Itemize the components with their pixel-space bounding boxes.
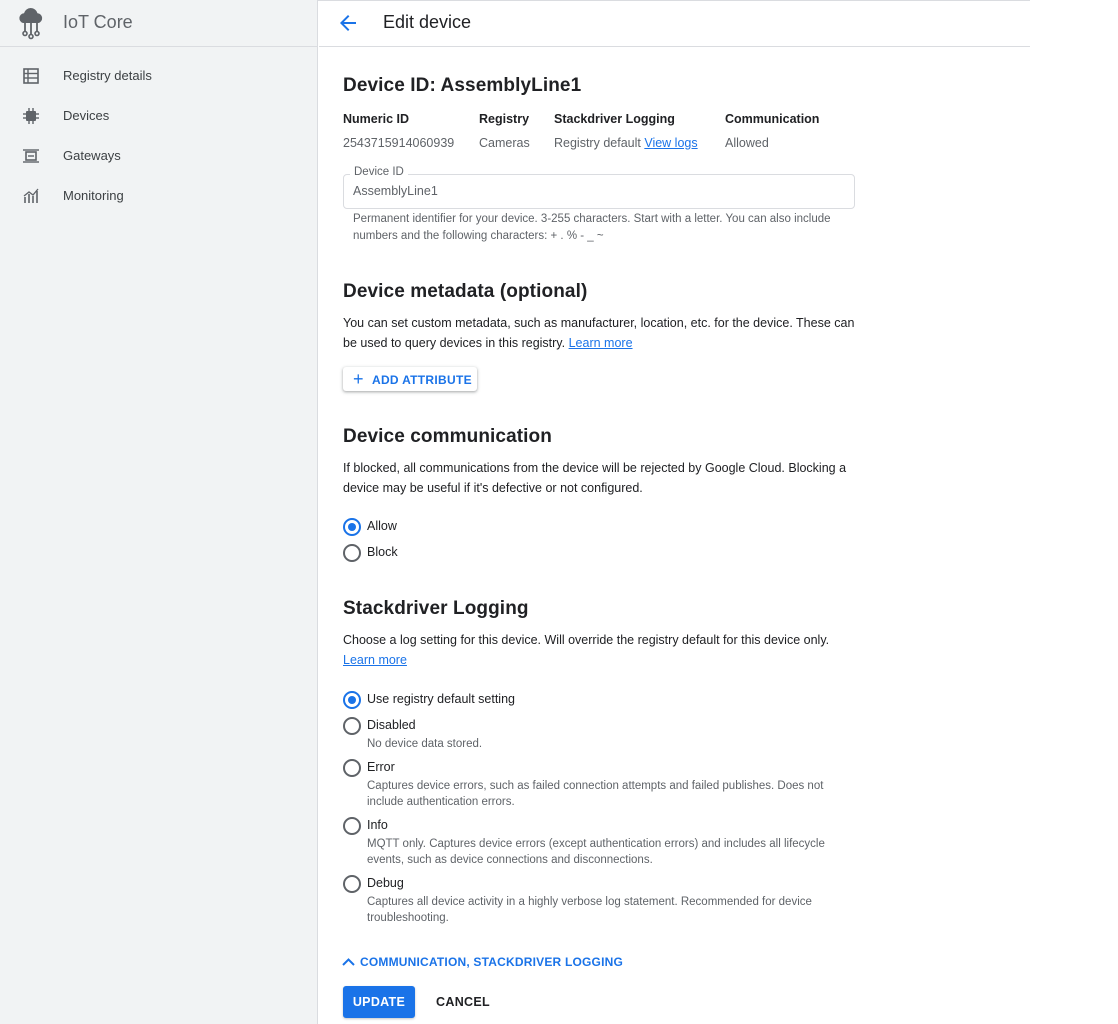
- view-logs-link[interactable]: View logs: [644, 136, 697, 150]
- sidebar-item-monitoring[interactable]: Monitoring: [0, 176, 317, 216]
- logging-description: Choose a log setting for this device. Wi…: [343, 630, 863, 670]
- logging-value-text: Registry default: [554, 136, 641, 150]
- logging-value: Registry default View logs: [554, 136, 698, 150]
- communication-value: Allowed: [725, 136, 769, 150]
- device-id-heading: Device ID: AssemblyLine1: [343, 75, 582, 96]
- cancel-button[interactable]: CANCEL: [430, 986, 496, 1018]
- chart-icon: [23, 188, 39, 203]
- app-title: IoT Core: [63, 12, 133, 32]
- sidebar-item-registry-details[interactable]: Registry details: [0, 56, 317, 96]
- metadata-learn-more-link[interactable]: Learn more: [569, 336, 633, 350]
- numeric-id-label: Numeric ID: [343, 112, 409, 126]
- iot-core-logo-icon: [19, 8, 43, 40]
- logging-description-text: Choose a log setting for this device. Wi…: [343, 633, 830, 647]
- chip-icon: [23, 108, 39, 124]
- metadata-heading: Device metadata (optional): [343, 281, 588, 302]
- add-attribute-button[interactable]: + ADD ATTRIBUTE: [343, 367, 477, 391]
- communication-heading: Device communication: [343, 426, 552, 447]
- radio-disabled-desc: No device data stored.: [367, 738, 483, 750]
- sidebar-item-label: Devices: [63, 108, 110, 123]
- radio-registry-default-label: Use registry default setting: [367, 692, 515, 706]
- radio-allow[interactable]: [343, 518, 361, 536]
- page-title: Edit device: [383, 12, 472, 32]
- device-id-hint: Permanent identifier for your device. 3-…: [353, 213, 831, 242]
- list-icon: [23, 68, 39, 84]
- radio-error-label: Error: [367, 760, 395, 774]
- logging-label: Stackdriver Logging: [554, 112, 675, 126]
- gateway-icon: [23, 149, 39, 163]
- update-button[interactable]: UPDATE: [343, 986, 415, 1018]
- logging-learn-more-link[interactable]: Learn more: [343, 653, 407, 667]
- device-id-field-value: AssemblyLine1: [353, 184, 438, 198]
- numeric-id-value: 2543715914060939: [343, 136, 455, 150]
- radio-allow-label: Allow: [367, 519, 397, 533]
- radio-block-label: Block: [367, 545, 398, 559]
- add-attribute-label: ADD ATTRIBUTE: [372, 373, 472, 387]
- device-id-field-label: Device ID: [350, 166, 408, 178]
- sidebar-item-gateways[interactable]: Gateways: [0, 136, 317, 176]
- plus-icon: +: [353, 369, 364, 389]
- collapse-advanced-label: COMMUNICATION, STACKDRIVER LOGGING: [360, 955, 624, 969]
- radio-disabled-label: Disabled: [367, 718, 416, 732]
- radio-debug-label: Debug: [367, 876, 404, 890]
- radio-registry-default[interactable]: [343, 691, 361, 709]
- radio-info-desc: MQTT only. Captures device errors (excep…: [367, 838, 825, 866]
- sidebar: IoT Core Registry details Devices Gatewa…: [0, 0, 318, 1024]
- device-id-field: Device ID AssemblyLine1: [343, 166, 855, 209]
- radio-info[interactable]: [343, 817, 361, 835]
- radio-block[interactable]: [343, 544, 361, 562]
- radio-debug[interactable]: [343, 875, 361, 893]
- registry-label: Registry: [479, 112, 530, 126]
- sidebar-item-devices[interactable]: Devices: [0, 96, 317, 136]
- radio-error[interactable]: [343, 759, 361, 777]
- radio-error-desc: Captures device errors, such as failed c…: [367, 780, 824, 808]
- radio-debug-desc: Captures all device activity in a highly…: [367, 896, 812, 924]
- sidebar-item-label: Monitoring: [63, 188, 124, 203]
- metadata-description: You can set custom metadata, such as man…: [343, 313, 863, 353]
- communication-label: Communication: [725, 112, 820, 126]
- sidebar-item-label: Registry details: [63, 68, 152, 83]
- page-header: Edit device: [319, 0, 1030, 47]
- logging-heading: Stackdriver Logging: [343, 598, 529, 619]
- registry-value: Cameras: [479, 136, 530, 150]
- chevron-up-icon: [342, 958, 355, 966]
- radio-info-label: Info: [367, 818, 388, 832]
- sidebar-item-label: Gateways: [63, 148, 121, 163]
- back-arrow-icon[interactable]: [336, 11, 360, 35]
- radio-disabled[interactable]: [343, 717, 361, 735]
- communication-description: If blocked, all communications from the …: [343, 461, 847, 495]
- brand: IoT Core: [0, 0, 317, 47]
